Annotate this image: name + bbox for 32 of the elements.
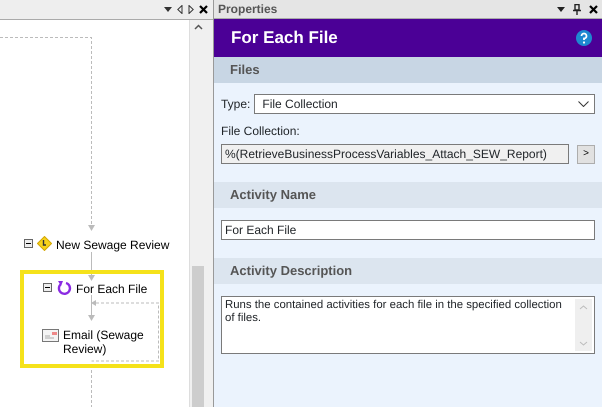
close-icon[interactable] xyxy=(199,5,208,14)
loop-arrow-icon xyxy=(56,280,72,296)
chevron-down-icon xyxy=(578,101,589,107)
section-heading: Files xyxy=(214,57,602,83)
scroll-right-icon[interactable] xyxy=(188,5,194,14)
name-field[interactable]: For Each File xyxy=(221,220,595,240)
scroll-left-icon[interactable] xyxy=(177,5,183,14)
panel-title: Properties xyxy=(218,1,278,18)
help-icon[interactable] xyxy=(576,30,592,46)
collection-field[interactable]: %(RetrieveBusinessProcessVariables_Attach_SEW_Report) xyxy=(221,144,569,164)
envelope-icon xyxy=(42,329,59,342)
collapse-toggle[interactable] xyxy=(43,283,52,292)
textarea-scrollbar[interactable] xyxy=(575,299,592,351)
node-label[interactable]: New Sewage Review xyxy=(56,236,170,254)
panel-heading: For Each File xyxy=(231,27,338,50)
node-label[interactable]: For Each File xyxy=(76,280,148,298)
section-heading: Activity Description xyxy=(214,258,602,284)
diamond-icon xyxy=(37,236,52,251)
description-field[interactable]: Runs the contained activities for each file in the specified collection of files. xyxy=(221,296,595,354)
field-label: Type: xyxy=(221,96,250,113)
dropdown-icon[interactable] xyxy=(557,6,565,12)
section-heading: Activity Name xyxy=(214,182,602,208)
scrollbar-thumb[interactable] xyxy=(192,266,204,407)
node-label[interactable]: Email (Sewage Review) xyxy=(63,329,153,357)
close-icon[interactable] xyxy=(589,4,598,14)
field-label: File Collection: xyxy=(221,123,301,140)
browse-button[interactable]: > xyxy=(577,144,595,164)
collapse-toggle[interactable] xyxy=(24,239,33,248)
pin-icon[interactable] xyxy=(573,4,581,14)
type-dropdown[interactable]: File Collection xyxy=(254,94,595,114)
dropdown-icon[interactable] xyxy=(164,7,172,12)
connector-line xyxy=(88,252,95,282)
